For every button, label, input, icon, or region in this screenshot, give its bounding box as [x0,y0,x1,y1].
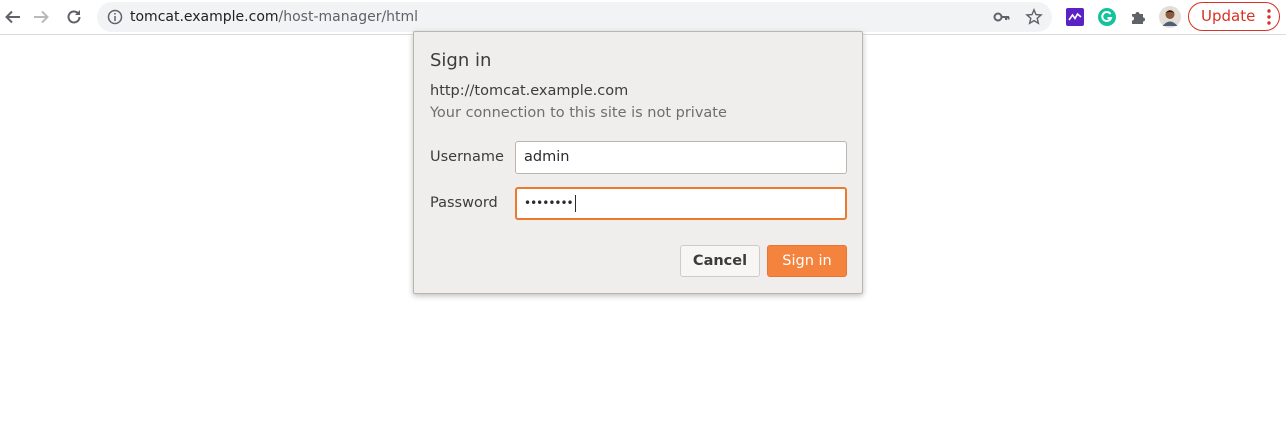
url-text[interactable]: tomcat.example.com/host-manager/html [130,2,418,32]
reload-button[interactable] [61,4,87,30]
sign-in-dialog: Sign in http://tomcat.example.com Your c… [413,31,863,294]
dialog-title: Sign in [430,50,492,71]
text-caret [574,194,576,212]
browser-toolbar: tomcat.example.com/host-manager/html Upd… [0,0,1286,35]
url-host: tomcat.example.com [130,9,279,25]
username-value: admin [524,149,570,165]
more-vert-icon [1267,9,1271,25]
grammarly-icon[interactable] [1097,7,1117,27]
info-icon[interactable] [107,9,123,25]
update-label: Update [1201,7,1256,25]
password-field[interactable]: •••••••• [515,187,847,220]
key-icon[interactable] [993,9,1011,25]
extension-analytics-icon[interactable] [1065,7,1085,27]
address-bar[interactable]: tomcat.example.com/host-manager/html [97,2,1052,32]
cancel-button[interactable]: Cancel [680,245,760,277]
url-path: /host-manager/html [278,9,419,25]
forward-button[interactable] [28,4,54,30]
username-field[interactable]: admin [515,141,847,174]
bookmark-star-icon[interactable] [1025,8,1043,26]
reload-icon [67,10,81,24]
back-arrow-icon [5,10,20,24]
username-label: Username [430,149,504,165]
extensions-puzzle-icon[interactable] [1128,7,1148,27]
dialog-origin: http://tomcat.example.com [430,83,629,99]
password-masked-value: •••••••• [524,196,574,210]
password-label: Password [430,195,498,211]
back-button[interactable] [0,4,26,30]
connection-warning: Your connection to this site is not priv… [430,105,727,121]
avatar-icon [1159,6,1181,28]
forward-arrow-icon [34,10,49,24]
profile-avatar[interactable] [1159,6,1181,28]
sign-in-button[interactable]: Sign in [767,245,847,277]
update-button[interactable]: Update [1188,2,1280,31]
